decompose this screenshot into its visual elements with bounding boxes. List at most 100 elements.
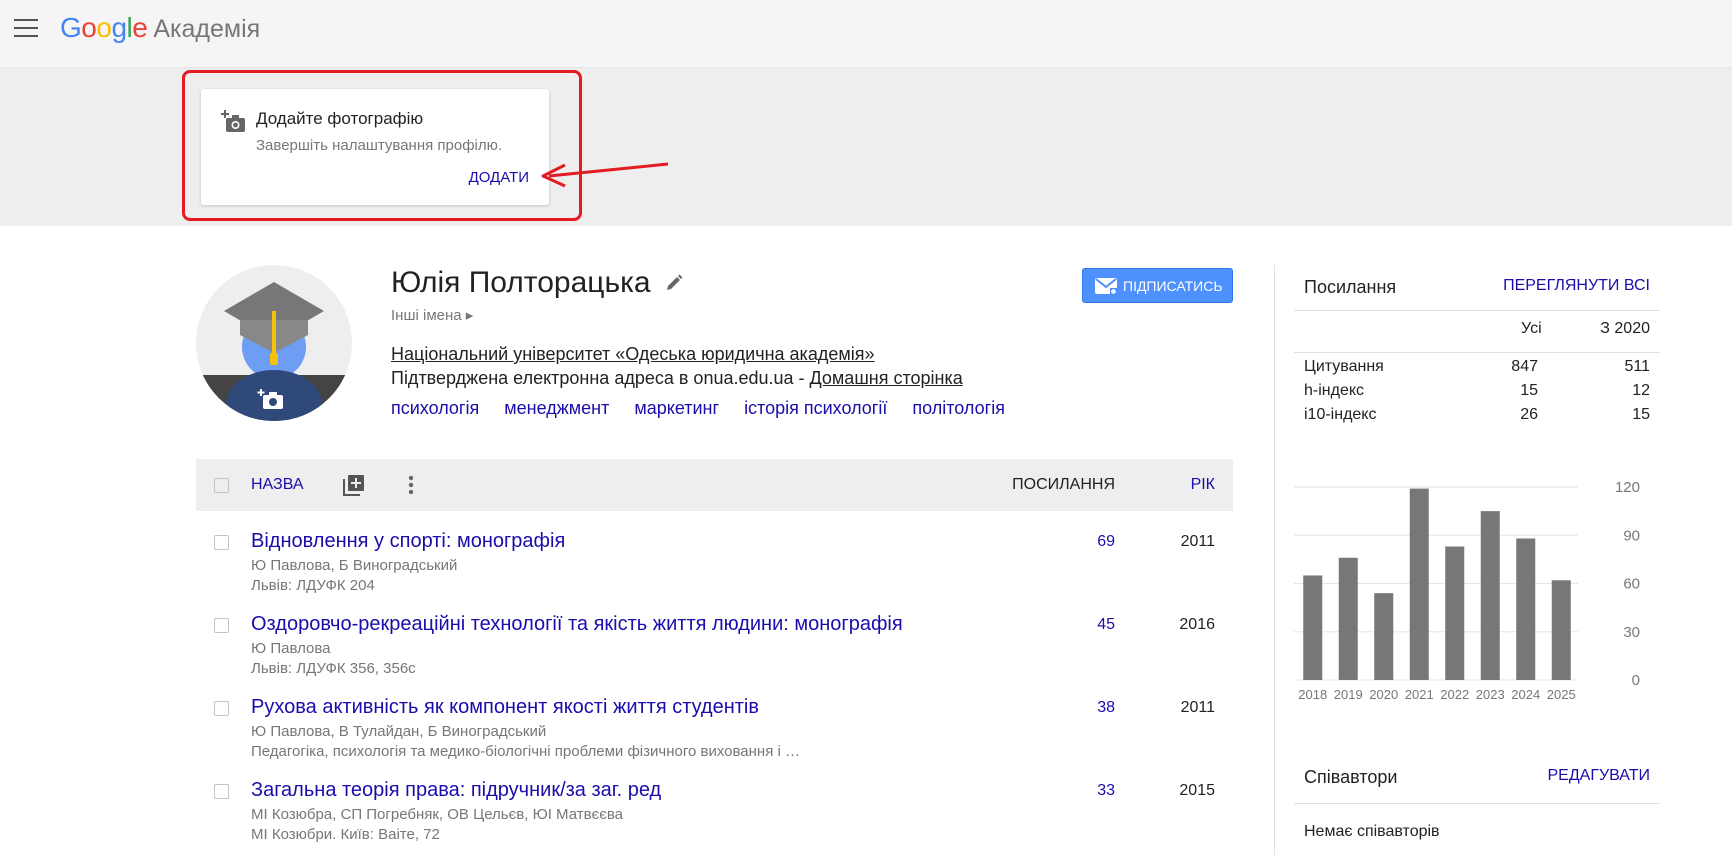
stats-row: h-індекс 15 12 [1304, 379, 1650, 403]
homepage-link[interactable]: Домашня сторінка [810, 368, 963, 388]
citations-column-header: ПОСИЛАННЯ [1012, 476, 1115, 493]
article-authors: МІ Козюбра, СП Погребняк, ОВ Цельєв, ЮІ … [251, 806, 624, 823]
edit-coauthors-link[interactable]: РЕДАГУВАТИ [1547, 767, 1650, 785]
chart-bar[interactable] [1551, 580, 1571, 680]
edit-icon[interactable] [664, 273, 684, 293]
chart-bar[interactable] [1338, 557, 1358, 680]
table-row: Оздоровчо-рекреаційні технології та якіс… [196, 602, 1233, 684]
chart-bar[interactable] [1409, 488, 1429, 680]
sidebar-divider [1274, 265, 1275, 855]
logo[interactable]: Google Академія [60, 12, 260, 44]
divider [1294, 352, 1660, 353]
chart-bar[interactable] [1303, 575, 1323, 680]
article-year: 2015 [1179, 782, 1215, 799]
follow-label: ПІДПИСАТИСЬ [1123, 278, 1223, 294]
sort-by-year[interactable]: РІК [1191, 476, 1215, 494]
chart-bar[interactable] [1480, 511, 1500, 680]
interest-link[interactable]: маркетинг [634, 398, 719, 418]
logo-letter: e [132, 12, 148, 43]
article-venue: МІ Козюбри. Київ: Ваіте, 72 [251, 826, 440, 843]
table-row: Відновлення у спорті: монографія Ю Павло… [196, 519, 1233, 601]
x-tick-label: 2025 [1547, 687, 1576, 702]
email-icon [1095, 278, 1117, 295]
x-tick-label: 2020 [1369, 687, 1398, 702]
chart-bar[interactable] [1445, 546, 1465, 680]
citation-count-link[interactable]: 69 [1097, 533, 1115, 551]
divider [1294, 803, 1660, 804]
interest-link[interactable]: політологія [912, 398, 1005, 418]
citations-per-year-chart: 120 90 60 30 0 2018 2019 2020 2021 2022 2023 2024 20… [1294, 479, 1640, 702]
more-vert-icon[interactable] [406, 473, 416, 497]
avatar-placeholder-icon [196, 282, 352, 421]
row-checkbox[interactable] [214, 784, 229, 799]
y-tick-label: 60 [1623, 576, 1640, 593]
stats-row: Цитування 847 511 [1304, 355, 1650, 379]
interest-link[interactable]: історія психології [744, 398, 887, 418]
col-all-header: Усі [1521, 320, 1542, 337]
stat-label: i10-індекс [1304, 406, 1377, 423]
x-tick-label: 2018 [1298, 687, 1327, 702]
article-year: 2016 [1179, 616, 1215, 633]
article-title-link[interactable]: Рухова активність як компонент якості жи… [251, 696, 759, 719]
annotation-arrow-icon [541, 162, 669, 188]
affiliation-link[interactable]: Національний університет «Одеська юридич… [391, 344, 874, 364]
add-photo-icon [221, 110, 245, 132]
row-checkbox[interactable] [214, 618, 229, 633]
stat-since: 511 [1624, 358, 1650, 375]
sort-by-title[interactable]: НАЗВА [251, 476, 304, 494]
verified-email-text: Підтверджена електронна адреса в onua.ed… [391, 368, 810, 388]
divider [1294, 310, 1660, 311]
interest-link[interactable]: психологія [391, 398, 479, 418]
view-all-link[interactable]: ПЕРЕГЛЯНУТИ ВСІ [1503, 277, 1650, 295]
affiliation: Національний університет «Одеська юридич… [391, 344, 874, 365]
x-tick-label: 2022 [1440, 687, 1469, 702]
citation-stats-table: Цитування 847 511 h-індекс 15 12 i10-інд… [1304, 355, 1650, 427]
table-row: Рухова активність як компонент якості жи… [196, 685, 1233, 767]
logo-letter: o [96, 12, 112, 43]
select-all-checkbox[interactable] [214, 478, 229, 493]
y-tick-label: 30 [1623, 624, 1640, 641]
citation-count-link[interactable]: 33 [1097, 782, 1115, 800]
citation-count-link[interactable]: 38 [1097, 699, 1115, 717]
y-tick-label: 90 [1623, 527, 1640, 544]
stat-all: 15 [1520, 382, 1538, 399]
stat-since: 15 [1632, 406, 1650, 423]
article-year: 2011 [1180, 533, 1215, 550]
product-name: Академія [153, 15, 261, 43]
research-interests: психологія менеджмент маркетинг історія … [391, 398, 1025, 419]
table-row: Загальна теорія права: підручник/за заг.… [196, 768, 1233, 850]
article-venue: Львів: ЛДУФК 356, 356с [251, 660, 416, 677]
citation-count-link[interactable]: 45 [1097, 616, 1115, 634]
profile-name: Юлія Полторацька [391, 266, 651, 299]
article-title-link[interactable]: Оздоровчо-рекреаційні технології та якіс… [251, 613, 903, 636]
y-tick-label: 120 [1615, 479, 1640, 496]
add-article-icon[interactable] [342, 473, 366, 497]
x-tick-label: 2023 [1476, 687, 1505, 702]
add-photo-title: Додайте фотографію [256, 109, 424, 128]
coauthors-title: Співавтори [1304, 767, 1398, 787]
avatar[interactable] [196, 265, 352, 421]
article-title-link[interactable]: Відновлення у спорті: монографія [251, 530, 565, 553]
verified-email: Підтверджена електронна адреса в onua.ed… [391, 368, 963, 389]
other-names-link[interactable]: Інші імена ▸ [391, 306, 473, 324]
article-venue: Львів: ЛДУФК 204 [251, 577, 375, 594]
x-tick-label: 2024 [1511, 687, 1540, 702]
chart-bar[interactable] [1374, 593, 1394, 680]
menu-icon[interactable] [14, 19, 38, 39]
follow-button[interactable]: ПІДПИСАТИСЬ [1082, 268, 1233, 303]
stat-since: 12 [1632, 382, 1650, 399]
profile-completion-banner: Додайте фотографію Завершіть налаштуванн… [0, 68, 1732, 226]
col-since-header: З 2020 [1600, 320, 1650, 337]
x-tick-label: 2019 [1334, 687, 1363, 702]
row-checkbox[interactable] [214, 535, 229, 550]
logo-letter: o [81, 12, 97, 43]
article-title-link[interactable]: Загальна теорія права: підручник/за заг.… [251, 779, 661, 802]
interest-link[interactable]: менеджмент [504, 398, 609, 418]
chart-bar[interactable] [1516, 538, 1536, 680]
stat-all: 847 [1511, 358, 1538, 375]
y-tick-label: 0 [1632, 672, 1640, 689]
row-checkbox[interactable] [214, 701, 229, 716]
articles-table-header: НАЗВА ПОСИЛАННЯ РІК [196, 459, 1233, 511]
article-authors: Ю Павлова, Б Виноградський [251, 557, 458, 574]
add-photo-button[interactable]: ДОДАТИ [469, 169, 529, 186]
